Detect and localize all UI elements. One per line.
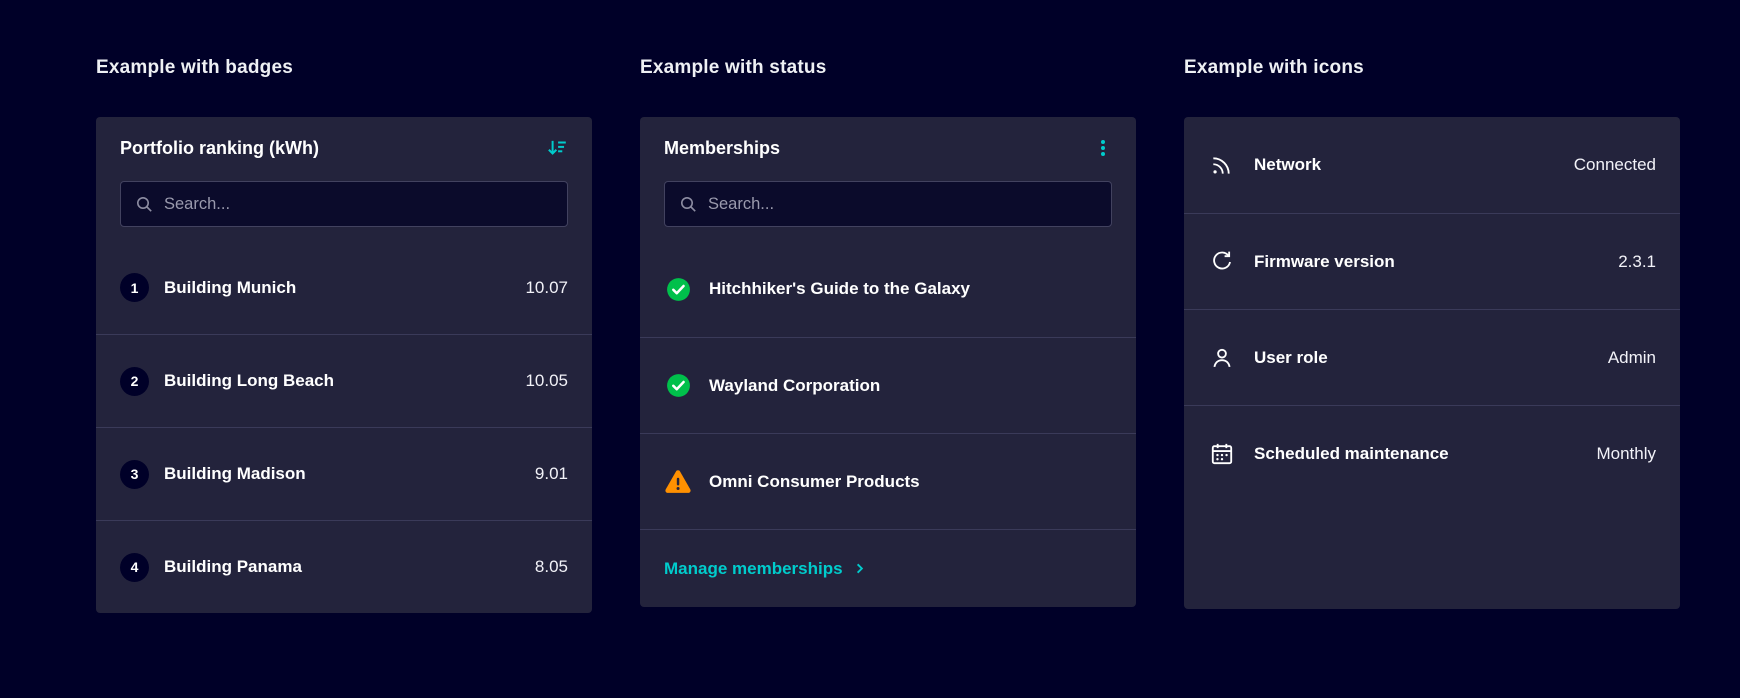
row-label: Wayland Corporation (709, 375, 881, 395)
table-row: 3 Building Madison 9.01 (96, 427, 592, 520)
row-label: Network (1254, 155, 1322, 174)
user-icon (1208, 345, 1236, 371)
row-label: User role (1254, 347, 1328, 367)
device-info-card: Network Connected Firmware version 2.3.1 (1184, 117, 1680, 609)
warning-triangle-icon (664, 469, 692, 495)
sort-descending-icon[interactable] (540, 131, 574, 165)
memberships-card: Memberships Search... Hitchhiker's Guide… (640, 117, 1136, 607)
row-value: 8.05 (534, 557, 568, 576)
list-item: User role Admin (1184, 309, 1680, 405)
calendar-icon (1208, 441, 1236, 467)
table-row: 1 Building Munich 10.07 (96, 241, 592, 334)
table-row: 4 Building Panama 8.05 (96, 520, 592, 613)
portfolio-ranking-card: Portfolio ranking (kWh) Search... 1 Buil… (96, 117, 592, 613)
row-value: 2.3.1 (1618, 251, 1656, 271)
search-input[interactable] (164, 194, 553, 214)
list-item: Wayland Corporation (640, 337, 1136, 433)
link-label: Manage memberships (664, 558, 843, 578)
row-value: Connected (1573, 155, 1656, 174)
network-icon (1208, 152, 1236, 178)
list-item: Hitchhiker's Guide to the Galaxy (640, 241, 1136, 337)
row-value: 10.05 (525, 371, 568, 390)
section-heading-badges: Example with badges (96, 57, 294, 78)
row-label: Firmware version (1254, 251, 1395, 271)
list-item: Scheduled maintenance Monthly (1184, 405, 1680, 501)
list-item: Network Connected (1184, 117, 1680, 213)
check-circle-icon (664, 372, 692, 399)
section-badges: Example with badges Portfolio ranking (k… (96, 56, 592, 613)
list-item: Firmware version 2.3.1 (1184, 213, 1680, 309)
search-field (664, 181, 1112, 227)
section-status: Example with status Memberships Search..… (640, 56, 1136, 613)
section-heading-icons: Example with icons (1184, 57, 1364, 78)
firmware-icon (1208, 249, 1236, 275)
ranking-list: 1 Building Munich 10.07 2 Building Long … (96, 241, 592, 613)
row-value: Monthly (1596, 443, 1656, 463)
search-wrap (96, 179, 592, 241)
section-heading-status: Example with status (640, 57, 827, 78)
row-label: Omni Consumer Products (709, 471, 920, 491)
row-label: Building Madison (164, 464, 306, 483)
card-header: Memberships (640, 117, 1136, 179)
search-field (120, 181, 568, 227)
manage-memberships-link[interactable]: Manage memberships (664, 559, 867, 579)
row-value: 10.07 (525, 277, 568, 297)
rank-badge: 4 (120, 552, 149, 582)
rank-badge: 2 (120, 366, 149, 396)
row-label: Hitchhiker's Guide to the Galaxy (709, 279, 971, 298)
chevron-right-icon (852, 561, 867, 576)
card-title: Memberships (664, 137, 781, 158)
search-icon (135, 195, 153, 213)
table-row: 2 Building Long Beach 10.05 (96, 334, 592, 427)
card-header: Portfolio ranking (kWh) (96, 117, 592, 179)
section-icons: Example with icons Network Connected Fir… (1184, 56, 1680, 613)
kebab-menu-icon[interactable] (1088, 132, 1118, 164)
row-value: Admin (1607, 347, 1656, 367)
row-label: Building Long Beach (164, 371, 334, 390)
row-value: 9.01 (534, 464, 568, 483)
page: Example with badges Portfolio ranking (k… (0, 0, 1740, 613)
membership-list: Hitchhiker's Guide to the Galaxy Wayland… (640, 241, 1136, 529)
search-wrap (640, 179, 1136, 241)
card-footer: Manage memberships (640, 529, 1136, 607)
check-circle-icon (664, 276, 692, 303)
list-item: Omni Consumer Products (640, 433, 1136, 529)
row-label: Building Munich (164, 277, 297, 297)
card-title: Portfolio ranking (kWh) (120, 137, 319, 158)
row-label: Building Panama (164, 557, 302, 576)
rank-badge: 1 (120, 273, 149, 302)
search-icon (679, 195, 697, 213)
row-label: Scheduled maintenance (1254, 443, 1449, 463)
rank-badge: 3 (120, 459, 149, 489)
search-input[interactable] (708, 194, 1097, 214)
